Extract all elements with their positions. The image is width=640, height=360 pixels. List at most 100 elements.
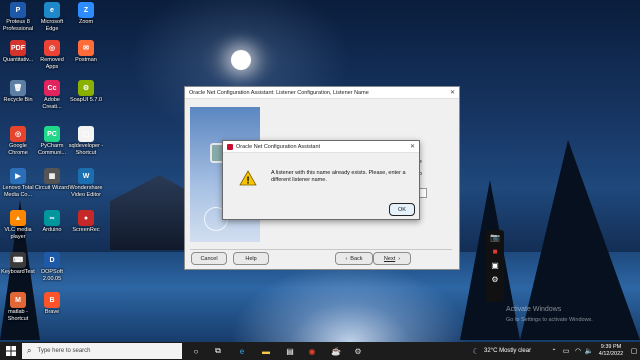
- help-button[interactable]: Help: [233, 252, 269, 265]
- desktop-icon-label: Circuit Wizard: [34, 185, 70, 191]
- desktop-icon[interactable]: ⌨ KeyboardTest: [0, 252, 36, 276]
- app-icon: ▢: [78, 126, 94, 142]
- app-icon: ⚙: [78, 80, 94, 96]
- chevron-right-icon: ›: [398, 255, 401, 262]
- desktop-icon-label: Proteus 8 Professional: [2, 19, 34, 32]
- app-icon: P: [10, 2, 26, 18]
- next-button-label: Next: [383, 255, 396, 262]
- dialog-app-icon: [227, 143, 233, 150]
- desktop-icon[interactable]: P Proteus 8 Professional: [0, 2, 36, 32]
- desktop-icon-label: Postman: [75, 57, 97, 63]
- desktop-icon[interactable]: Z Zoom: [68, 2, 104, 26]
- chevron-left-icon: ‹: [345, 255, 348, 262]
- search-icon: ⌕: [27, 346, 32, 355]
- windows-start-icon[interactable]: [5, 345, 17, 357]
- desktop-icon[interactable]: PC PyCharm Communi...: [34, 126, 70, 156]
- file-explorer-icon[interactable]: ▬: [260, 345, 272, 357]
- store-icon[interactable]: ▤: [284, 345, 296, 357]
- warning-icon: !: [239, 170, 257, 186]
- desktop: P Proteus 8 Professional e Microsoft Edge Z Z…: [0, 0, 640, 342]
- desktop-icon-label: sqldeveloper - Shortcut: [68, 143, 104, 156]
- desktop-icon[interactable]: ▦ Circuit Wizard: [34, 168, 70, 192]
- notification-icon[interactable]: ▢: [628, 345, 640, 357]
- app-icon: ◎: [10, 126, 26, 142]
- desktop-icon-label: Lenovo Total Media Co...: [2, 185, 34, 198]
- app-icon: ▲: [10, 210, 26, 226]
- close-icon[interactable]: ✕: [450, 89, 455, 96]
- task-view-icon[interactable]: ⧉: [212, 345, 224, 357]
- back-button-label: Back: [350, 255, 363, 262]
- battery-icon[interactable]: ▭: [560, 345, 572, 357]
- dialog-titlebar: Oracle Net Configuration Assistant ✕: [223, 141, 419, 153]
- app-icon: 🗑: [10, 80, 26, 96]
- desktop-icon-label: Google Chrome: [8, 143, 28, 156]
- taskbar-search[interactable]: ⌕ Type here to search: [22, 343, 182, 359]
- error-dialog: Oracle Net Configuration Assistant ✕ ! A…: [222, 140, 420, 220]
- settings-icon[interactable]: ⚙: [352, 345, 364, 357]
- desktop-icon[interactable]: e Microsoft Edge: [34, 2, 70, 32]
- app-icon: B: [44, 292, 60, 308]
- desktop-icon[interactable]: ◎ Google Chrome: [0, 126, 36, 156]
- weather-text[interactable]: 32°C Mostly clear: [484, 348, 531, 354]
- desktop-icon-label: Zoom: [78, 19, 94, 25]
- desktop-icon[interactable]: Mmatlab - Shortcut: [0, 292, 36, 322]
- java-app-icon[interactable]: ☕: [330, 345, 342, 357]
- app-icon: Cc: [44, 80, 60, 96]
- clock[interactable]: 9:39 PM 4/12/2022: [594, 344, 628, 358]
- desktop-icon-label: Wondershare Video Editor: [69, 185, 103, 198]
- desktop-icon-label: Brave: [44, 309, 60, 315]
- edge-icon[interactable]: e: [236, 345, 248, 357]
- chevron-up-icon[interactable]: ⌃: [548, 345, 560, 357]
- dialog-controls: ✕: [410, 143, 419, 150]
- window-controls: ✕: [450, 89, 459, 96]
- desktop-icon[interactable]: ▢ sqldeveloper - Shortcut: [68, 126, 104, 156]
- clock-date: 4/12/2022: [598, 351, 624, 357]
- desktop-icon-label: ScreenRec: [72, 227, 100, 233]
- chrome-icon[interactable]: ◉: [306, 345, 318, 357]
- activate-windows-subtitle: Go to Settings to activate Windows.: [506, 317, 593, 323]
- desktop-icon[interactable]: B Brave: [34, 292, 70, 316]
- app-icon: e: [44, 2, 60, 18]
- desktop-icon-label: KeyboardTest: [1, 269, 35, 275]
- gear-icon[interactable]: ⚙: [486, 272, 504, 286]
- desktop-icon-label: DOPSoft 2.00.05: [41, 269, 63, 282]
- ok-button[interactable]: OK: [389, 203, 415, 216]
- desktop-icon[interactable]: D DOPSoft 2.00.05: [34, 252, 70, 282]
- close-icon[interactable]: ✕: [410, 143, 415, 150]
- desktop-icon[interactable]: ◎ Removed Apps: [34, 40, 70, 70]
- listener-name-field[interactable]: [419, 188, 427, 198]
- desktop-icon[interactable]: ▶ Lenovo Total Media Co...: [0, 168, 36, 198]
- camera-icon[interactable]: 📷: [486, 230, 504, 244]
- desktop-icon[interactable]: ✉ Postman: [68, 40, 104, 64]
- next-button[interactable]: Next ›: [373, 252, 411, 265]
- divider: [190, 249, 452, 250]
- dialog-message: A listener with this name already exists…: [271, 170, 406, 183]
- cortana-icon[interactable]: ○: [190, 345, 202, 357]
- desktop-icon[interactable]: ● ScreenRec: [68, 210, 104, 234]
- video-record-icon[interactable]: ■: [486, 244, 504, 258]
- desktop-icon-label: Recycle Bin: [3, 97, 33, 103]
- cancel-button[interactable]: Cancel: [191, 252, 227, 265]
- app-icon: PC: [44, 126, 60, 142]
- image-icon[interactable]: ▣: [486, 258, 504, 272]
- background-path: [230, 262, 470, 342]
- app-icon: ▦: [44, 168, 60, 184]
- desktop-icon-label: Quantitativ...: [2, 57, 34, 63]
- desktop-icon[interactable]: ⚙ SoapUI 5.7.0: [68, 80, 104, 104]
- activate-windows-title: Activate Windows: [506, 306, 562, 313]
- weather-icon[interactable]: ☾: [470, 345, 482, 357]
- desktop-icon[interactable]: PDF Quantitativ...: [0, 40, 36, 64]
- back-button[interactable]: ‹ Back: [335, 252, 373, 265]
- desktop-icon[interactable]: Cc Adobe Creati...: [34, 80, 70, 110]
- app-icon: ▶: [10, 168, 26, 184]
- desktop-icon[interactable]: ∞ Arduino: [34, 210, 70, 234]
- app-icon: M: [10, 292, 26, 308]
- app-icon: ∞: [44, 210, 60, 226]
- desktop-icon[interactable]: 🗑 Recycle Bin: [0, 80, 36, 104]
- desktop-icon-label: VLC media player: [4, 227, 32, 240]
- desktop-icon[interactable]: W Wondershare Video Editor: [68, 168, 104, 198]
- app-icon: ✉: [78, 40, 94, 56]
- app-icon: ⌨: [10, 252, 26, 268]
- desktop-icon[interactable]: ▲ VLC media player: [0, 210, 36, 240]
- app-icon: Z: [78, 2, 94, 18]
